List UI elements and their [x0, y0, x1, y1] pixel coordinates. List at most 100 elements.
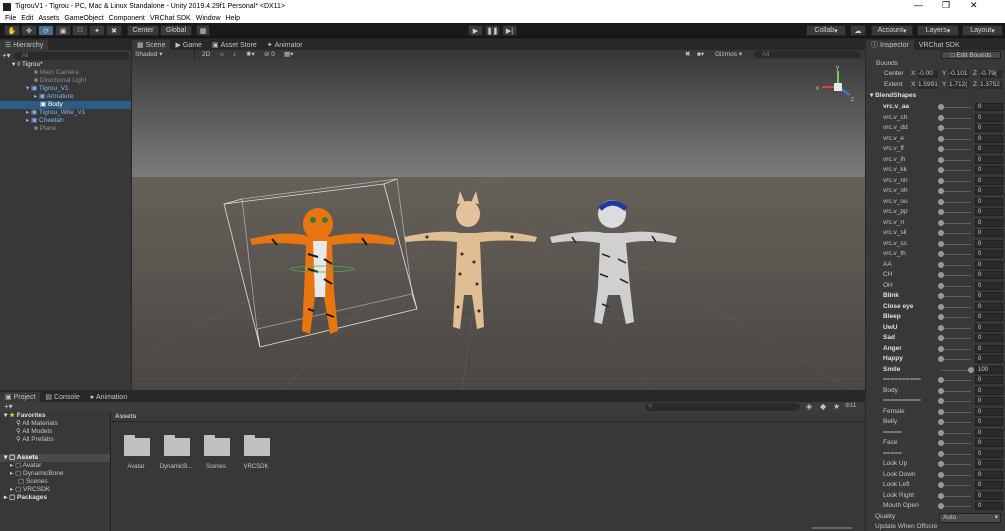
pause-button[interactable]: ❚❚	[485, 25, 500, 36]
grid-toggle-icon[interactable]: ▦▾	[284, 50, 293, 59]
tab-inspector[interactable]: ⓘ Inspector	[866, 40, 914, 50]
blendshape-slider-track[interactable]	[941, 222, 971, 224]
blendshape-slider-knob[interactable]	[938, 450, 944, 457]
blendshape-slider-knob[interactable]	[938, 177, 944, 184]
menu-help[interactable]: Help	[226, 15, 240, 22]
blendshape-value-field[interactable]: 0	[975, 218, 1003, 227]
tools-icon[interactable]: ✖	[685, 50, 690, 59]
blendshape-slider-track[interactable]	[941, 411, 971, 413]
blendshape-value-field[interactable]: 0	[975, 229, 1003, 237]
packages-root-item[interactable]: ▸ ▢ Packages	[0, 494, 110, 502]
project-search-input[interactable]: ⚲	[645, 403, 800, 411]
menu-window[interactable]: Window	[196, 15, 221, 22]
blendshape-value-field[interactable]: 0	[975, 376, 1003, 384]
blendshape-slider-track[interactable]	[941, 380, 971, 381]
blendshape-slider-knob[interactable]	[938, 251, 944, 257]
blendshape-slider-knob[interactable]	[938, 440, 944, 446]
move-tool-icon[interactable]: ✥	[21, 25, 37, 36]
effects-dropdown-icon[interactable]: ✺▾	[246, 50, 255, 59]
hand-tool-icon[interactable]: ✋	[4, 25, 20, 36]
blendshape-slider-knob[interactable]	[938, 492, 944, 499]
blendshape-value-field[interactable]: 0	[975, 197, 1003, 206]
layers-dropdown[interactable]: Layers ▾	[917, 25, 959, 36]
hidden-objects-toggle[interactable]: ⊘ 0	[264, 50, 275, 59]
blendshape-slider-knob[interactable]	[938, 482, 944, 488]
menu-component[interactable]: Component	[109, 15, 145, 22]
create-plus-icon[interactable]: +▾	[2, 51, 11, 60]
blendshape-slider-knob[interactable]	[938, 114, 944, 121]
blendshape-slider-knob[interactable]	[938, 419, 944, 425]
pivot-global-button[interactable]: Global	[160, 25, 192, 36]
favorites-header[interactable]: ▾ ★ Favorites	[0, 412, 110, 420]
blendshape-slider-track[interactable]	[941, 390, 971, 392]
blendshape-slider-track[interactable]	[941, 149, 971, 150]
blendshape-slider-knob[interactable]	[938, 261, 944, 268]
audio-toggle-icon[interactable]: ♪	[233, 50, 236, 59]
blendshape-slider-knob[interactable]	[938, 398, 944, 404]
hierarchy-search-input[interactable]: All	[13, 51, 129, 60]
blendshape-slider-knob[interactable]	[938, 272, 944, 278]
scene-search-input[interactable]: All	[754, 51, 860, 58]
asset-folder-avatar[interactable]: ▸ ▢ Avatar	[0, 462, 110, 470]
center-z-field[interactable]: -0.79(	[980, 70, 1002, 78]
blendshape-slider-track[interactable]	[941, 327, 971, 329]
blendshape-slider-track[interactable]	[941, 212, 971, 213]
camera-dropdown-icon[interactable]: ■▾	[697, 50, 704, 59]
menu-edit[interactable]: Edit	[21, 15, 33, 22]
menu-assets[interactable]: Assets	[38, 15, 59, 22]
gizmos-dropdown[interactable]: Gizmos ▾	[715, 50, 742, 59]
blendshape-slider-track[interactable]	[941, 180, 971, 182]
scale-tool-icon[interactable]: ▣	[55, 25, 71, 36]
blendshape-value-field[interactable]: 0	[975, 176, 1003, 185]
blendshape-slider-knob[interactable]	[938, 314, 944, 320]
center-y-field[interactable]: -0.101	[949, 70, 969, 78]
blendshape-slider-track[interactable]	[941, 474, 971, 476]
asset-folder-vrcsdk[interactable]: ▸ ▢ VRCSDK	[0, 486, 110, 494]
blendshape-value-field[interactable]: 0	[975, 166, 1003, 174]
tab-hierarchy[interactable]: ☰ Hierarchy	[0, 40, 49, 50]
edit-bounds-button[interactable]: □ Edit Bounds	[941, 51, 1001, 59]
tab-project[interactable]: ▣ Project	[0, 392, 41, 402]
tab-game[interactable]: ▶ Game	[170, 40, 206, 50]
blendshape-slider-knob[interactable]	[938, 156, 944, 163]
asset-folder-dynamicbone[interactable]: ▸ ▢ DynamicBone	[0, 470, 110, 478]
blendshape-slider-track[interactable]	[941, 317, 971, 318]
blendshape-slider-track[interactable]	[941, 369, 971, 371]
blendshape-slider-knob[interactable]	[938, 198, 944, 205]
light-toggle-icon[interactable]: ☼	[219, 50, 225, 59]
blendshape-slider-knob[interactable]	[938, 387, 944, 394]
pivot-center-button[interactable]: Center	[127, 25, 159, 36]
folder-dynamicbone-icon[interactable]	[164, 435, 192, 456]
blendshape-value-field[interactable]: 0	[975, 145, 1003, 153]
blendshape-slider-track[interactable]	[941, 191, 971, 192]
extent-x-field[interactable]: 1.5991	[918, 81, 938, 89]
blendshape-value-field[interactable]: 0	[975, 103, 1003, 111]
filter-by-type-icon[interactable]: ◈	[806, 402, 812, 411]
transform-tool-icon[interactable]: ✦	[89, 25, 105, 36]
blendshape-slider-knob[interactable]	[938, 303, 944, 310]
project-create-icon[interactable]: +▾	[4, 402, 13, 411]
minimize-icon[interactable]: —	[914, 0, 923, 10]
tab-asset-store[interactable]: ▣ Asset Store	[207, 40, 262, 50]
snap-icon[interactable]: ▦	[196, 25, 210, 36]
hierarchy-item-armature[interactable]: ▸ ▣ Armature	[0, 93, 131, 101]
scene-root-row[interactable]: ▾ ◊ Tigrou*	[0, 61, 131, 69]
blendshape-slider-track[interactable]	[941, 296, 971, 297]
blendshape-slider-knob[interactable]	[938, 408, 944, 415]
blendshape-slider-knob[interactable]	[938, 240, 944, 247]
hierarchy-item-tigrou-v1[interactable]: ▾ ▣ Tigrou_V1	[0, 85, 131, 93]
blendshape-value-field[interactable]: 0	[975, 271, 1003, 279]
blendshape-value-field[interactable]: 0	[975, 313, 1003, 321]
restore-icon[interactable]: ❐	[942, 0, 950, 11]
blendshape-slider-track[interactable]	[941, 285, 971, 287]
blendshape-slider-knob[interactable]	[938, 503, 944, 509]
blendshape-slider-knob[interactable]	[938, 167, 944, 173]
blendshape-slider-knob[interactable]	[938, 282, 944, 289]
play-button[interactable]: ▶	[468, 25, 483, 36]
blendshape-slider-knob[interactable]	[938, 471, 944, 478]
blendshape-slider-track[interactable]	[941, 464, 971, 465]
tab-console[interactable]: ▤ Console	[40, 392, 84, 402]
blendshape-slider-track[interactable]	[941, 138, 971, 140]
blendshape-value-field[interactable]: 0	[975, 239, 1003, 248]
blendshape-value-field[interactable]: 0	[975, 281, 1003, 290]
